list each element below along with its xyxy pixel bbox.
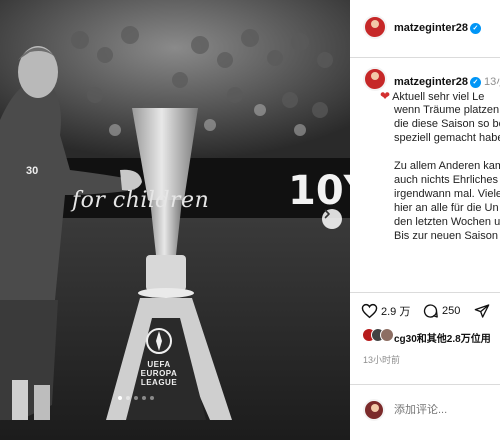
caption-line: Bis zur neuen Saison xyxy=(394,229,500,243)
post-side-panel: matzeginter28✓ matzeginter28✓13小 ❤Aktuel… xyxy=(350,0,500,440)
share-icon[interactable] xyxy=(474,303,490,319)
carousel-dot[interactable] xyxy=(118,396,122,400)
caption-line: wenn Träume platzen. xyxy=(394,103,500,117)
verified-badge-icon: ✓ xyxy=(469,22,481,34)
banner-text: for children xyxy=(72,188,210,213)
caption-line: Zu allem Anderen kam xyxy=(394,159,500,173)
caption-line-text: auch nichts Ehrliches s xyxy=(394,174,500,186)
caption-line: hier an alle für die Un xyxy=(394,201,500,215)
header-username-text[interactable]: matzeginter28 xyxy=(394,22,468,34)
carousel-dots xyxy=(118,396,154,400)
logo-line-2: EUROPA xyxy=(140,369,178,378)
header-username[interactable]: matzeginter28 ✓ xyxy=(394,22,481,34)
caption-line: irgendwann mal. Viele xyxy=(394,187,500,201)
next-slide-button[interactable] xyxy=(322,209,342,229)
caption-line: den letzten Wochen u xyxy=(394,215,500,229)
share-action[interactable] xyxy=(474,303,490,319)
post-photo[interactable]: for children 10Y 30 UEFA EUROPA LEAGUE xyxy=(0,0,350,440)
comment-count: 250 xyxy=(442,305,461,317)
likes-summary[interactable]: cg30和其他2.8万位用 xyxy=(394,330,491,345)
caption-time: 13小 xyxy=(483,76,500,88)
logo-line-1: UEFA xyxy=(147,360,171,369)
caption-line-text: Bis zur neuen Saison xyxy=(394,230,498,242)
shirt-number: 30 xyxy=(26,165,39,177)
chevron-right-icon xyxy=(324,209,330,219)
comment-bar xyxy=(350,384,500,440)
carousel-dot[interactable] xyxy=(126,396,130,400)
comment-icon[interactable] xyxy=(422,303,439,319)
verified-badge-icon: ✓ xyxy=(469,76,481,88)
caption-line: ❤ Aktuell sehr viel Le xyxy=(380,89,500,103)
caption: matzeginter28✓13小 ❤Aktuell sehr viel Lew… xyxy=(350,59,500,292)
comment-action[interactable]: 250 xyxy=(422,303,460,319)
caption-line-text: speziell gemacht habe xyxy=(394,132,500,144)
caption-line: die diese Saison so be xyxy=(394,117,500,131)
carousel-dot[interactable] xyxy=(142,396,146,400)
caption-avatar[interactable] xyxy=(363,67,387,91)
caption-line-text: hier an alle für die Un xyxy=(394,202,499,214)
current-user-avatar xyxy=(363,399,385,421)
carousel-dot[interactable] xyxy=(134,396,138,400)
heart-emoji-icon: ❤ xyxy=(380,89,391,103)
liker-avatar xyxy=(380,328,394,342)
europa-league-logo: UEFA EUROPA LEAGUE xyxy=(136,360,182,387)
caption-line: auch nichts Ehrliches s xyxy=(394,173,500,187)
logo-line-3: LEAGUE xyxy=(140,378,178,387)
caption-line: speziell gemacht habe xyxy=(394,131,500,145)
caption-username: matzeginter28✓13小 xyxy=(394,73,500,89)
comment-input[interactable] xyxy=(394,404,494,416)
carousel-dot[interactable] xyxy=(150,396,154,400)
caption-line-text: den letzten Wochen u xyxy=(394,216,500,228)
caption-username-text[interactable]: matzeginter28 xyxy=(394,76,468,88)
banner-number: 10Y xyxy=(288,168,350,214)
avatar[interactable] xyxy=(363,15,387,39)
caption-line-text: irgendwann mal. Viele xyxy=(394,188,500,200)
likes-row[interactable]: cg30和其他2.8万位用 xyxy=(350,324,500,345)
caption-line-text: Aktuell sehr viel Le xyxy=(392,91,485,103)
caption-line-text: wenn Träume platzen. xyxy=(394,104,500,116)
heart-icon[interactable] xyxy=(361,303,378,319)
caption-line xyxy=(394,145,500,159)
caption-line-text: die diese Saison so be xyxy=(394,118,500,130)
caption-text: ❤ Aktuell sehr viel Le wenn Träume platzen… xyxy=(380,89,500,243)
like-count: 2.9 万 xyxy=(381,306,411,318)
post-header: matzeginter28 ✓ xyxy=(350,0,500,58)
like-action[interactable]: 2.9 万 xyxy=(361,303,410,319)
caption-line-text: Zu allem Anderen kam xyxy=(394,160,500,172)
post-timestamp: 13小时前 xyxy=(363,355,401,365)
